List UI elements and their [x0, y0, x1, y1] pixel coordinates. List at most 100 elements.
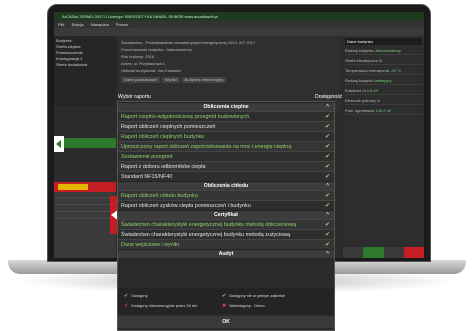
list-item[interactable]: [56, 212, 114, 219]
property-value: Istniejący: [374, 78, 392, 83]
check-icon: ✔: [324, 222, 330, 228]
arrow-left-icon: [54, 136, 64, 152]
report-item-label: Świadectwo charakterystyki energetycznej…: [121, 232, 290, 238]
report-item[interactable]: Standard NF15/NF40 ✔: [118, 171, 334, 181]
menu-item-help[interactable]: Pomoc: [116, 22, 128, 27]
report-item[interactable]: Świadectwo charakterystyki energetycznej…: [118, 219, 334, 229]
section-title: Obliczenia cieplne: [203, 104, 249, 110]
legend-item: ✔ Dostępny niekomercyjnie przez 28 dni: [124, 303, 197, 309]
property-label: Pow. ogrzewana: [345, 108, 375, 113]
report-item-label: Raport obliczeń chłodu budynku: [121, 193, 198, 199]
section-title: Obliczenia chłodu: [203, 183, 249, 189]
list-item[interactable]: [56, 191, 114, 198]
report-item[interactable]: Raport z doboru odbiorników ciepła ✔: [118, 161, 334, 171]
report-item-label: Raport obliczeń cieplnych budynku: [121, 134, 205, 140]
cross-icon: ✖: [222, 303, 227, 309]
legend: ✔ Dostępny ✔ Dostępny nie w pełnym zakresi…: [118, 288, 334, 314]
form-row[interactable]: Adres: ul. Przykładowa 1: [121, 60, 337, 67]
form-title: Świadectwo - Przedstawienie charakteryst…: [121, 40, 256, 45]
report-item[interactable]: Dane wejściowe i wyniki ✔: [118, 239, 334, 249]
report-item-label: Raport cieplno-wilgotnościowy przegród b…: [121, 114, 250, 120]
property-value: -20 °C: [390, 68, 402, 73]
section-title: Audyt: [218, 251, 234, 257]
check-icon: ✔: [324, 174, 330, 180]
property-row[interactable]: Rodzaj budynku Istniejący: [345, 78, 422, 85]
legend-label: Dostępny niekomercyjnie przez 28 dni: [131, 303, 197, 308]
check-icon: ✔: [324, 164, 330, 170]
legend-item: ✔ Dostępny: [124, 293, 148, 299]
window-title: ArCADia-TERMO 2017.0 Licencja: ENERGETYK…: [54, 12, 424, 21]
form-row[interactable]: Przeznaczenie budynku: Jednorodzinny: [121, 46, 337, 53]
section-header[interactable]: Certyfikat ^: [118, 210, 334, 219]
form-row[interactable]: Obliczenia wykonał: Jan Kowalski: [121, 67, 337, 74]
report-item[interactable]: Uproszczony raport obliczeń zapotrzebowa…: [118, 141, 334, 151]
property-label: Kubatura: [345, 88, 362, 93]
list-item[interactable]: [56, 198, 114, 205]
check-icon: ✔: [324, 232, 330, 238]
property-row[interactable]: Pow. ogrzewana 145,2 m²: [345, 108, 422, 115]
check-icon: ✔: [324, 124, 330, 130]
property-row[interactable]: Strefa klimatyczna III: [345, 58, 422, 65]
menu-bar: Plik Edycja Narzędzia Pomoc: [54, 21, 424, 28]
property-label: Rodzaj budynku: [345, 78, 374, 83]
report-item-label: Raport obliczeń zysków ciepła pomieszcze…: [121, 203, 251, 209]
property-value: Jednorodzinny: [374, 48, 401, 53]
tree-item[interactable]: Strefa dodatkowa: [56, 62, 114, 68]
report-item-label: Dane wejściowe i wyniki: [121, 242, 179, 248]
menu-item-file[interactable]: Plik: [58, 22, 64, 27]
menu-item-edit[interactable]: Edycja: [72, 22, 84, 27]
property-label: Strefa klimatyczna: [345, 58, 378, 63]
choose-report-label: Wybór raportu: [118, 94, 151, 100]
section-header[interactable]: Audyt ^: [118, 249, 334, 258]
menu-item-tools[interactable]: Narzędzia: [91, 22, 109, 27]
report-item[interactable]: Raport obliczeń cieplnych budynku ✔: [118, 131, 334, 141]
section-header[interactable]: Obliczenia chłodu ^: [118, 181, 334, 190]
property-row[interactable]: Temperatura zewnętrzna -20 °C: [345, 68, 422, 75]
legend-label: Niedostępny - Demo: [229, 303, 265, 308]
side-yellow-mark: [58, 184, 88, 190]
report-item[interactable]: Zestawienie przegród ✔: [118, 151, 334, 161]
legend-label: Dostępny: [131, 293, 148, 298]
cancel-button[interactable]: [403, 247, 424, 258]
property-row[interactable]: Kubatura 412,5 m³: [345, 88, 422, 95]
report-dialog: Obliczenia cieplne ^ Raport cieplno-wilgot…: [117, 101, 335, 331]
report-item-label: Zestawienie przegród: [121, 154, 173, 160]
report-item[interactable]: Raport obliczeń zysków ciepła pomieszcze…: [118, 200, 334, 210]
ok-button[interactable]: OK: [118, 316, 334, 328]
right-actions: [343, 247, 424, 258]
right-panel-header: Dane budynku: [345, 38, 422, 45]
confirm-button[interactable]: [363, 247, 384, 258]
section-header[interactable]: Obliczenia cieplne ^: [118, 102, 334, 111]
check-icon: ✔: [324, 134, 330, 140]
report-item[interactable]: Świadectwo charakterystyki energetycznej…: [118, 229, 334, 239]
report-item-label: Raport z doboru odbiorników ciepła: [121, 164, 206, 170]
tab-results[interactable]: Wyniki: [161, 77, 180, 83]
property-value: 145,2 m²: [375, 108, 392, 113]
check-icon: ✔: [222, 293, 227, 299]
report-item[interactable]: Raport obliczeń cieplnych pomieszczeń ✔: [118, 121, 334, 131]
collapse-icon[interactable]: ^: [326, 250, 329, 259]
check-icon: ✔: [324, 242, 330, 248]
check-icon: ✔: [124, 293, 129, 299]
report-item-label: Świadectwo charakterystyki energetycznej…: [121, 222, 296, 228]
legend-item: ✔ Dostępny nie w pełnym zakresie: [222, 293, 285, 299]
action-button[interactable]: [383, 247, 404, 258]
side-list: [54, 182, 116, 258]
report-item-label: Raport obliczeń cieplnych pomieszczeń: [121, 124, 216, 130]
legend-label: Dostępny nie w pełnym zakresie: [229, 293, 285, 298]
legend-item: ✖ Niedostępny - Demo: [222, 303, 265, 309]
property-value: III: [378, 58, 383, 63]
property-row[interactable]: Kierunek północy N: [345, 98, 422, 105]
tab-reference[interactable]: Budynek referencyjny: [181, 77, 227, 83]
property-row[interactable]: Rodzaj budynku Jednorodzinny: [345, 48, 422, 55]
report-item-label: Uproszczony raport obliczeń zapotrzebowa…: [121, 144, 292, 150]
report-item[interactable]: Raport obliczeń chłodu budynku ✔: [118, 190, 334, 200]
check-icon: ✔: [324, 144, 330, 150]
form-row[interactable]: Rok budowy: 2016: [121, 53, 337, 60]
report-item-label: Standard NF15/NF40: [121, 174, 173, 180]
report-item[interactable]: Raport cieplno-wilgotnościowy przegród b…: [118, 111, 334, 121]
action-button[interactable]: [343, 247, 364, 258]
check-icon: ✔: [124, 303, 129, 309]
list-item[interactable]: [56, 205, 114, 212]
tab-basic[interactable]: Dane podstawowe: [121, 77, 160, 83]
